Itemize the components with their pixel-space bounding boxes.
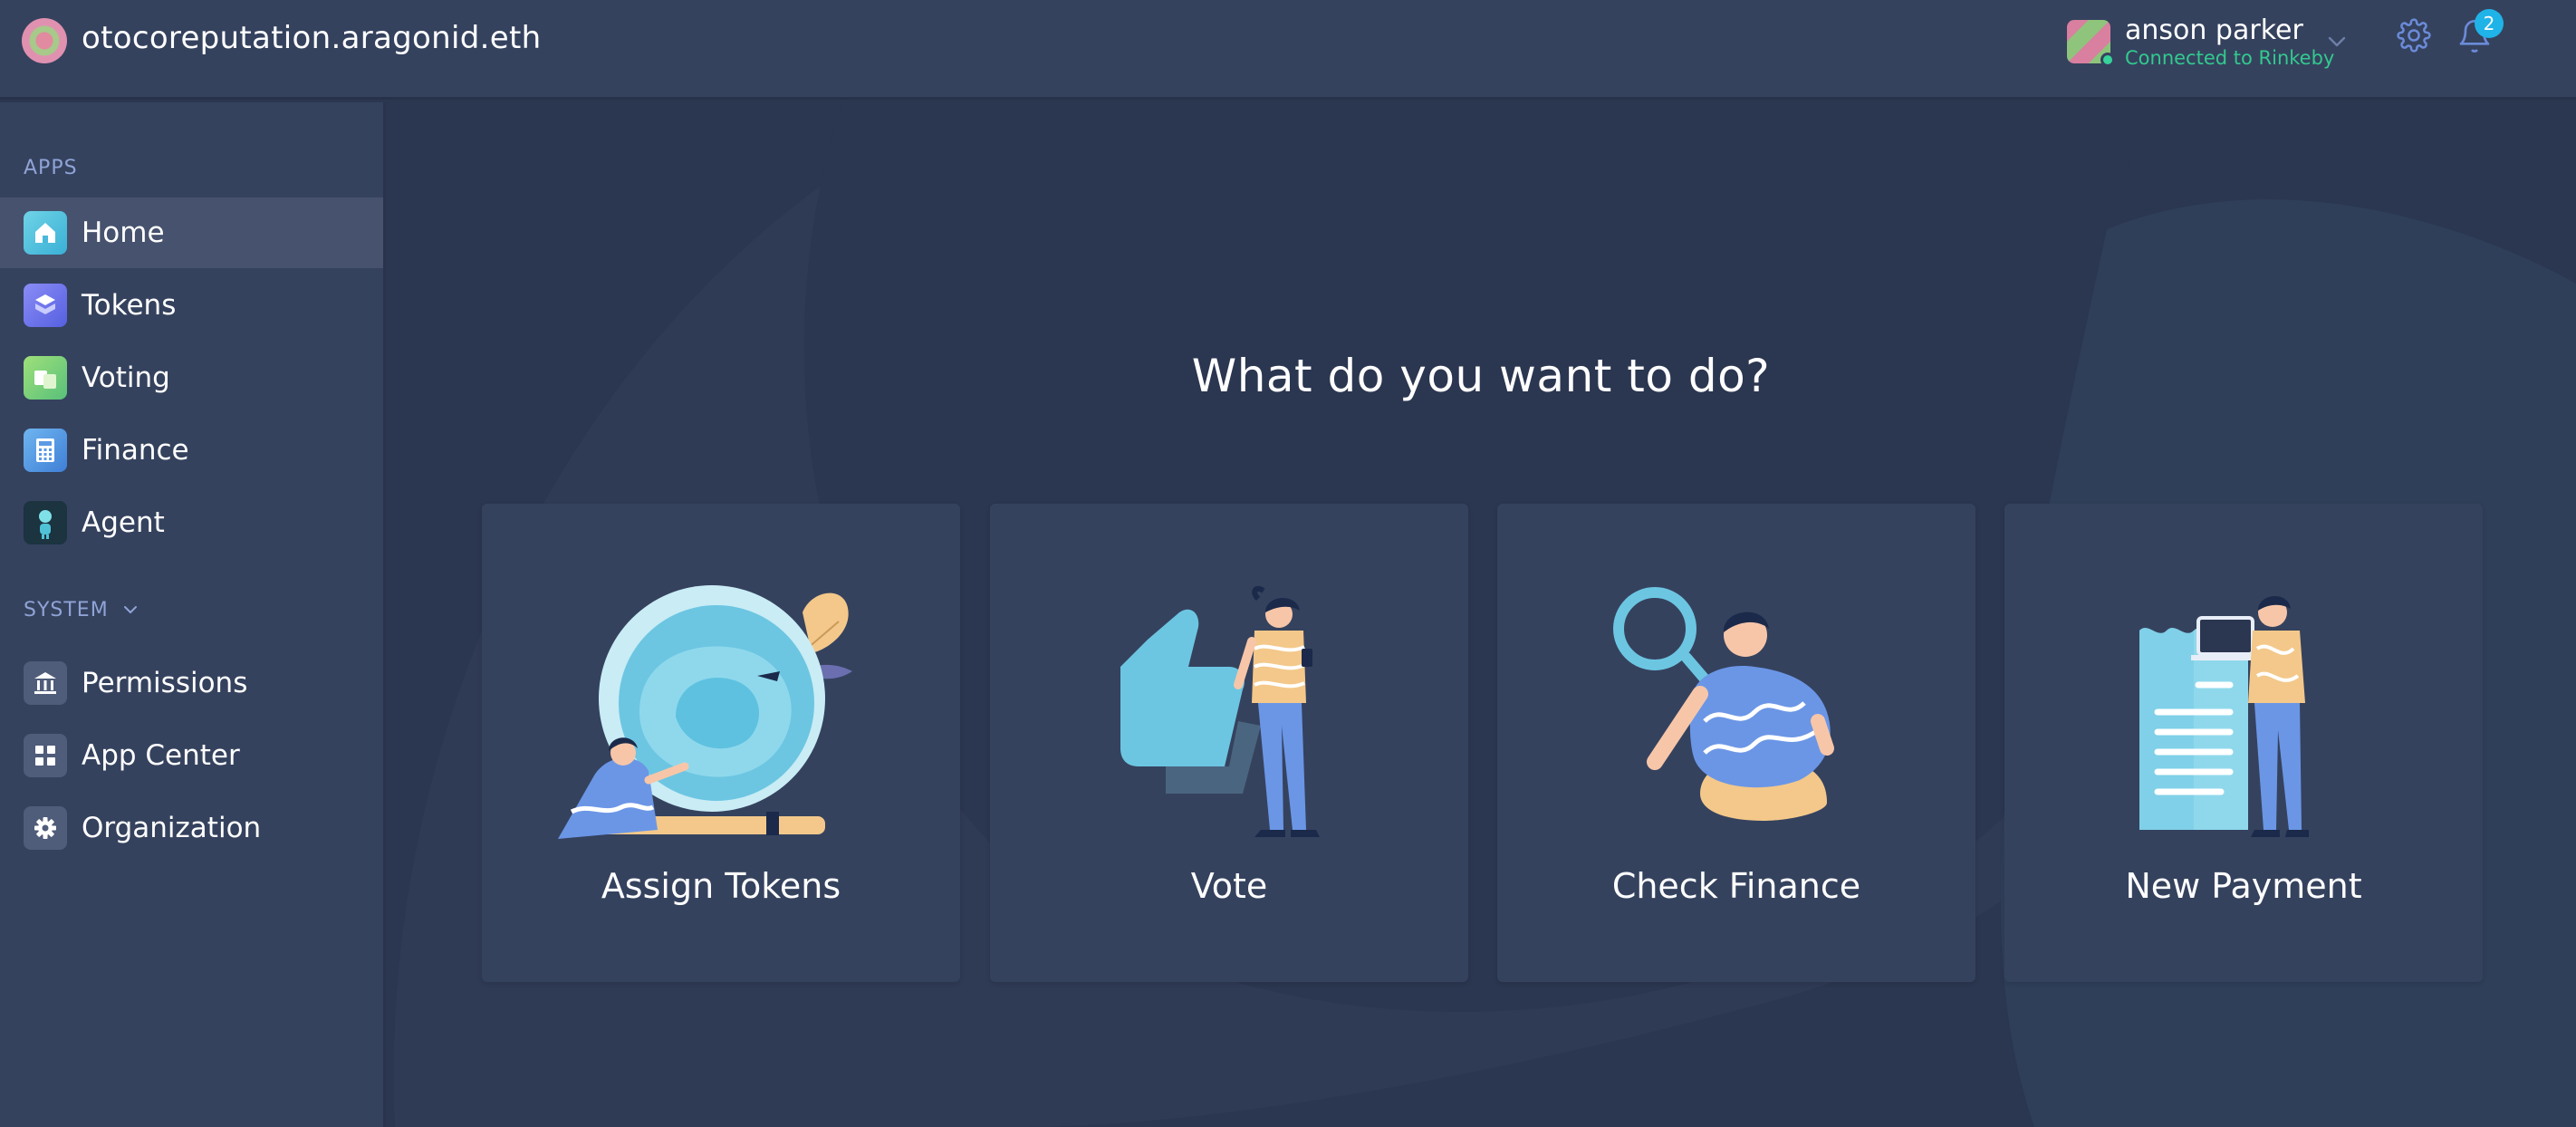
sidebar-item-home[interactable]: Home (0, 197, 383, 268)
sidebar-item-label: Voting (82, 361, 170, 394)
action-card-check-finance[interactable]: Check Finance (1497, 504, 1975, 982)
check-finance-illustration-icon (1613, 587, 1834, 821)
agent-icon (24, 501, 67, 544)
gear-icon[interactable] (2397, 18, 2431, 53)
notifications-badge[interactable]: 2 (2475, 9, 2504, 38)
sidebar-item-voting[interactable]: Voting (0, 342, 383, 413)
sidebar-item-app-center[interactable]: App Center (0, 720, 383, 791)
new-payment-illustration-icon (2139, 595, 2309, 837)
account-menu[interactable]: anson parker Connected to Rinkeby (2067, 14, 2357, 72)
org-name[interactable]: otocoreputation.aragonid.eth (82, 20, 541, 56)
voting-icon (24, 356, 67, 400)
sidebar-item-label: Agent (82, 506, 165, 539)
sidebar: APPS Home Tokens Voting Finance Agent SY… (0, 102, 386, 1127)
action-card-new-payment[interactable]: New Payment (2004, 504, 2483, 982)
action-card-assign-tokens[interactable]: Assign Tokens (482, 504, 960, 982)
home-icon (24, 211, 67, 255)
sidebar-item-organization[interactable]: Organization (0, 793, 383, 863)
top-bar: otocoreputation.aragonid.eth anson parke… (0, 0, 2576, 100)
sidebar-item-label: Organization (82, 812, 262, 844)
sidebar-item-label: Tokens (82, 289, 177, 322)
finance-icon (24, 429, 67, 472)
organization-gear-icon (24, 806, 67, 850)
user-name: anson parker (2125, 14, 2303, 46)
apps-section-label: APPS (24, 157, 78, 179)
action-card-label: Vote (1190, 866, 1268, 906)
online-status-dot (2100, 53, 2115, 67)
action-card-label: New Payment (2125, 866, 2362, 906)
sidebar-item-finance[interactable]: Finance (0, 415, 383, 486)
sidebar-item-tokens[interactable]: Tokens (0, 270, 383, 341)
network-status: Connected to Rinkeby (2125, 47, 2335, 69)
tokens-icon (24, 284, 67, 327)
action-card-vote[interactable]: Vote (990, 504, 1468, 982)
sidebar-item-label: Home (82, 217, 165, 249)
sidebar-item-permissions[interactable]: Permissions (0, 648, 383, 718)
sidebar-item-label: Finance (82, 434, 189, 467)
page-title: What do you want to do? (1191, 350, 1771, 402)
vote-illustration-icon (1120, 585, 1320, 837)
org-logo-icon[interactable] (22, 18, 67, 63)
chevron-down-icon[interactable] (121, 601, 139, 619)
sidebar-item-agent[interactable]: Agent (0, 487, 383, 558)
assign-tokens-illustration-icon (558, 585, 852, 839)
action-card-label: Assign Tokens (601, 866, 841, 906)
action-card-label: Check Finance (1611, 866, 1861, 906)
permissions-icon (24, 661, 67, 705)
app-center-icon (24, 734, 67, 777)
chevron-down-icon[interactable] (2326, 31, 2348, 53)
system-section-label[interactable]: SYSTEM (24, 599, 109, 621)
sidebar-item-label: Permissions (82, 667, 248, 699)
sidebar-item-label: App Center (82, 739, 240, 772)
